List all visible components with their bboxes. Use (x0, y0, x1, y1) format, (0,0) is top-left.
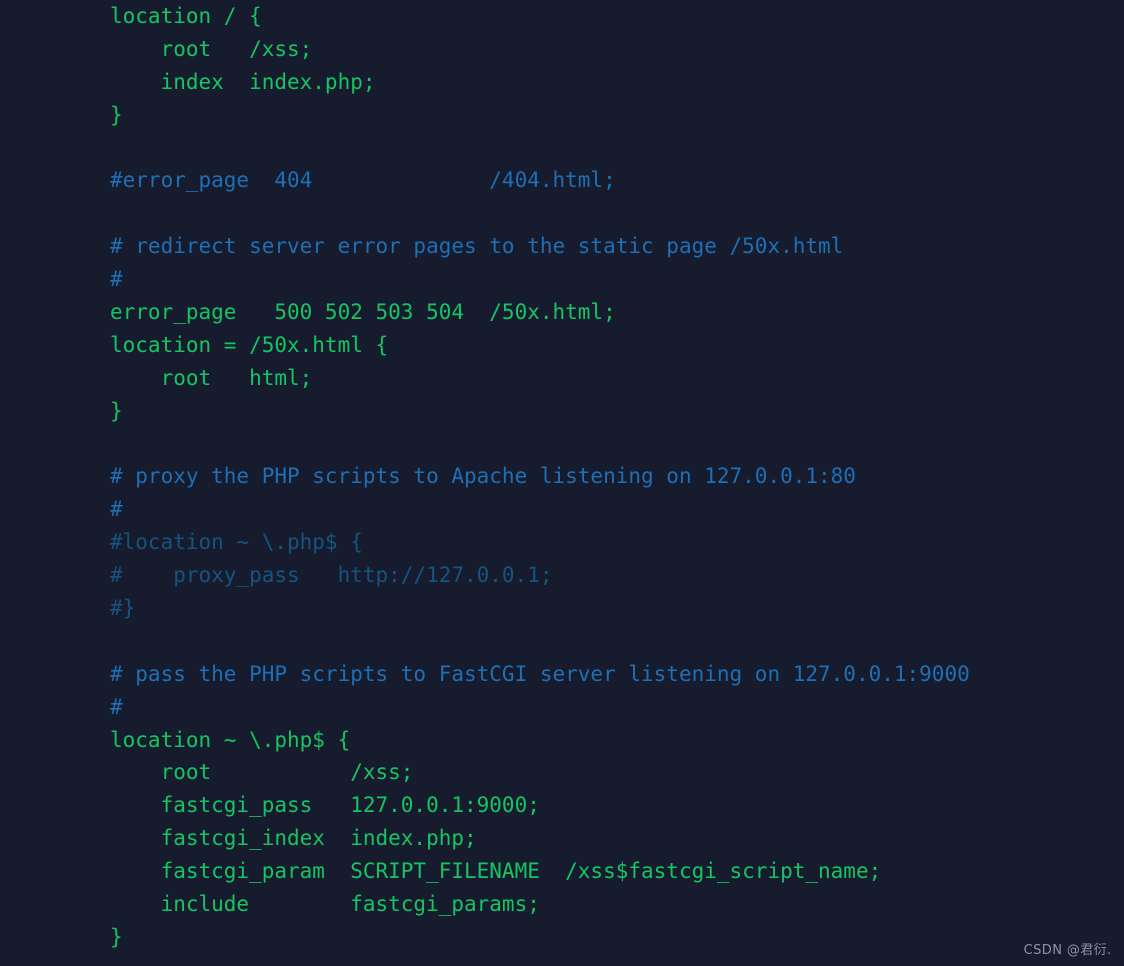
code-token-comment: # pass the PHP scripts to FastCGI server… (110, 662, 970, 686)
code-editor-viewport[interactable]: location / { root /xss; index index.php;… (0, 0, 1124, 966)
code-token-code: location = /50x.html { (110, 333, 388, 357)
code-line[interactable]: # proxy the PHP scripts to Apache listen… (110, 460, 1124, 493)
code-token-commented-code: # proxy_pass http://127.0.0.1; (110, 563, 553, 587)
code-token-code: } (110, 925, 123, 949)
code-line[interactable]: fastcgi_pass 127.0.0.1:9000; (110, 789, 1124, 822)
code-token-code: index index.php; (110, 70, 376, 94)
code-token-code: location ~ \.php$ { (110, 728, 350, 752)
code-token-comment: #error_page 404 /404.html; (110, 168, 616, 192)
code-token-code: include fastcgi_params; (110, 892, 540, 916)
code-token-code: error_page 500 502 503 504 /50x.html; (110, 300, 616, 324)
code-token-code: } (110, 103, 123, 127)
code-token-commented-code: #} (110, 596, 135, 620)
code-token-commented-code: #location ~ \.php$ { (110, 530, 363, 554)
code-line[interactable]: root /xss; (110, 33, 1124, 66)
code-token-code: root /xss; (110, 37, 312, 61)
code-line[interactable]: } (110, 99, 1124, 132)
code-line[interactable]: location / { (110, 0, 1124, 33)
code-line[interactable]: error_page 500 502 503 504 /50x.html; (110, 296, 1124, 329)
code-token-code: fastcgi_param SCRIPT_FILENAME /xss$fastc… (110, 859, 881, 883)
code-token-code: } (110, 399, 123, 423)
code-line[interactable]: } (110, 395, 1124, 428)
code-line[interactable]: root /xss; (110, 756, 1124, 789)
code-line[interactable]: # pass the PHP scripts to FastCGI server… (110, 658, 1124, 691)
code-line[interactable]: # redirect server error pages to the sta… (110, 230, 1124, 263)
code-line[interactable]: # (110, 263, 1124, 296)
code-line[interactable]: root html; (110, 362, 1124, 395)
code-token-code: location / { (110, 4, 262, 28)
code-token-comment: # redirect server error pages to the sta… (110, 234, 843, 258)
code-token-comment: # (110, 267, 123, 291)
code-line[interactable]: include fastcgi_params; (110, 888, 1124, 921)
csdn-watermark: CSDN @君衍. (1024, 939, 1112, 958)
code-token-comment: # (110, 497, 123, 521)
code-line[interactable] (110, 197, 1124, 230)
code-line[interactable] (110, 428, 1124, 461)
code-line[interactable]: #} (110, 592, 1124, 625)
code-token-comment: # proxy the PHP scripts to Apache listen… (110, 464, 856, 488)
code-line[interactable]: # proxy_pass http://127.0.0.1; (110, 559, 1124, 592)
code-line[interactable]: location ~ \.php$ { (110, 724, 1124, 757)
code-line[interactable]: location = /50x.html { (110, 329, 1124, 362)
code-line[interactable]: #error_page 404 /404.html; (110, 164, 1124, 197)
code-token-code: root /xss; (110, 760, 413, 784)
code-lines-container[interactable]: location / { root /xss; index index.php;… (110, 0, 1124, 966)
code-token-code: root html; (110, 366, 312, 390)
code-token-code: fastcgi_pass 127.0.0.1:9000; (110, 793, 540, 817)
code-line[interactable]: fastcgi_param SCRIPT_FILENAME /xss$fastc… (110, 855, 1124, 888)
code-token-code: fastcgi_index index.php; (110, 826, 477, 850)
code-line[interactable]: index index.php; (110, 66, 1124, 99)
code-line[interactable]: # (110, 691, 1124, 724)
code-line[interactable]: # (110, 493, 1124, 526)
code-line[interactable]: fastcgi_index index.php; (110, 822, 1124, 855)
code-line[interactable] (110, 625, 1124, 658)
code-line[interactable] (110, 132, 1124, 165)
code-token-comment: # (110, 695, 123, 719)
code-line[interactable]: } (110, 921, 1124, 954)
code-line[interactable]: #location ~ \.php$ { (110, 526, 1124, 559)
